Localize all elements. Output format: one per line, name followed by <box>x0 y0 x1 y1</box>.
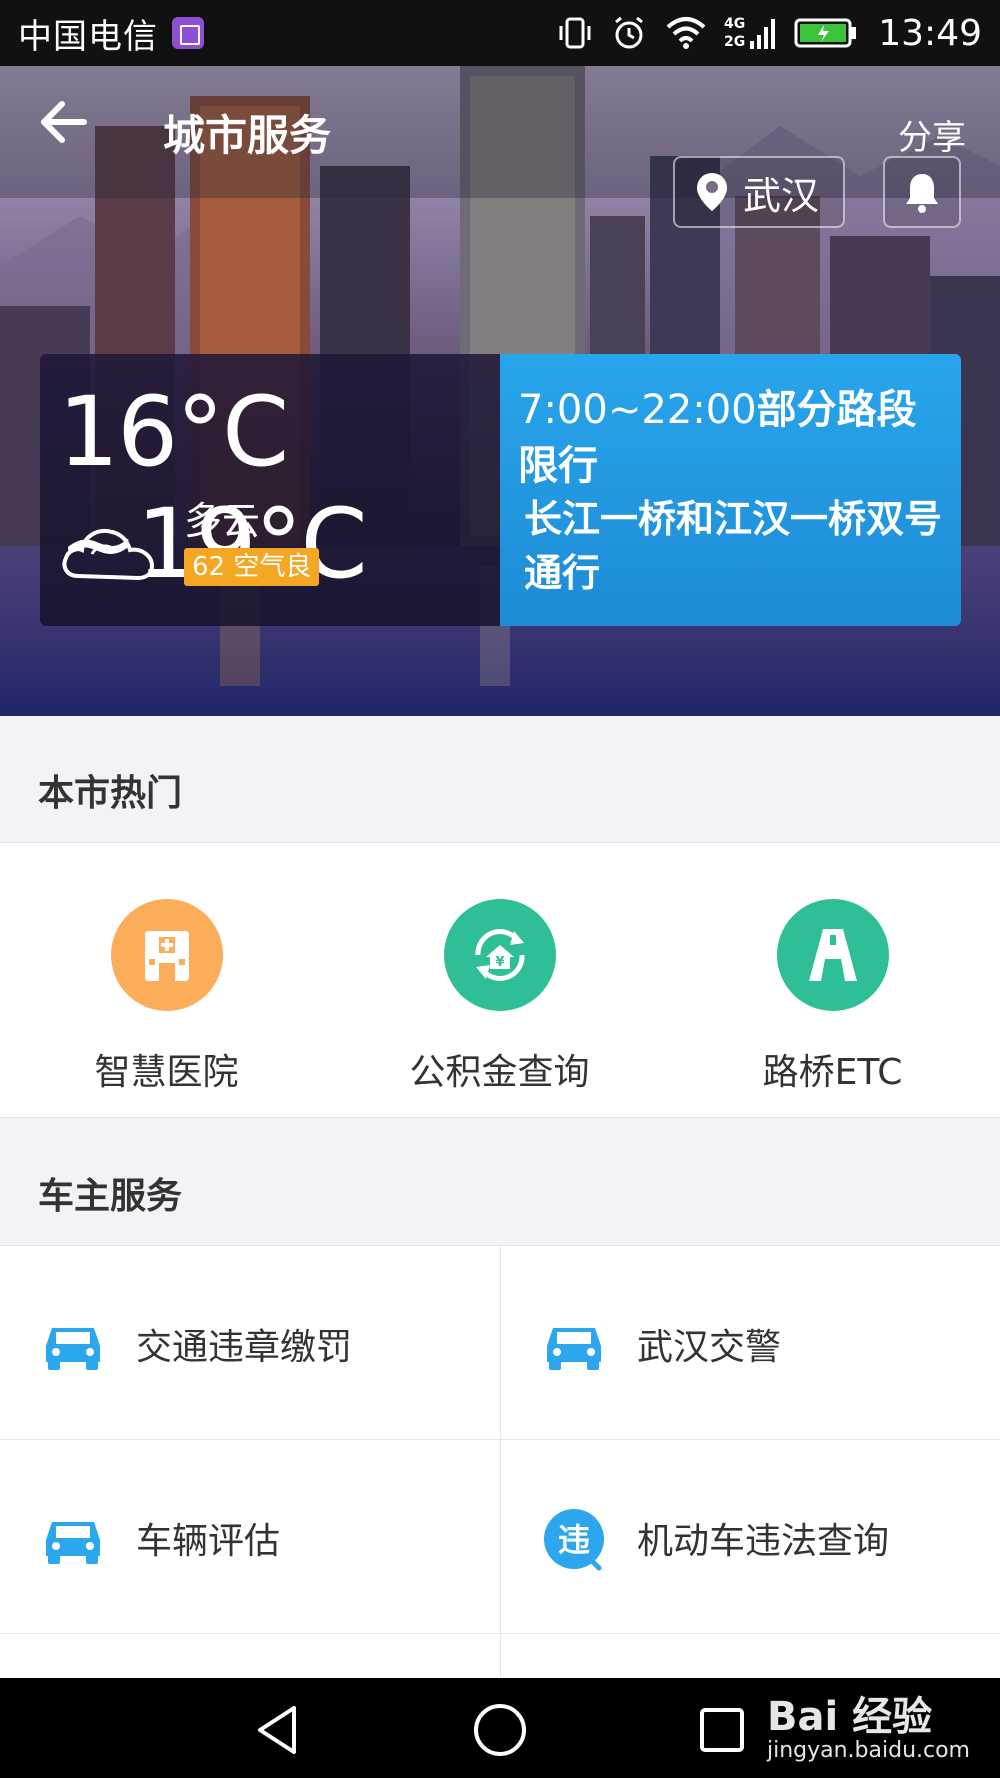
back-arrow-icon[interactable] <box>38 96 90 148</box>
clock: 13:49 <box>878 12 982 54</box>
screen: 中国电信 4G 2G 13:49 城市服务 分享 武汉 16°C ~19°C 多… <box>0 0 1000 1778</box>
city-name: 武汉 <box>743 173 820 218</box>
traffic-restriction-card[interactable]: 7:00~22:00部分路段 限行 长江一桥和江汉一桥双号通行 <box>500 354 961 626</box>
bell-icon <box>906 174 938 213</box>
hot-section-title: 本市热门 <box>38 773 183 814</box>
city-selector[interactable]: 武汉 <box>673 156 845 228</box>
service-vehicle-violation-query[interactable]: 违 机动车违法查询 <box>500 1440 1000 1634</box>
service-wuhan-traffic-police[interactable]: 武汉交警 <box>500 1246 1000 1440</box>
page-title: 城市服务 <box>163 111 332 160</box>
carrier-name: 中国电信 <box>18 16 158 57</box>
watermark-logo: Bai 经验 <box>766 1694 933 1740</box>
car-icon <box>547 1328 601 1370</box>
hospital-icon <box>110 899 223 1011</box>
app-header <box>0 66 1000 198</box>
owner-section-title: 车主服务 <box>38 1176 183 1217</box>
alarm-icon <box>610 14 648 52</box>
service-traffic-fine[interactable]: 交通违章缴罚 <box>0 1246 500 1440</box>
service-row-partial <box>500 1634 1000 1679</box>
wifi-icon <box>664 15 708 51</box>
hot-item-label: 路桥ETC <box>762 1052 903 1093</box>
housing-fund-icon: ¥ <box>443 899 556 1011</box>
notification-button[interactable] <box>883 156 961 228</box>
weather-card[interactable]: 16°C ~19°C 多云 62 空气良 <box>40 354 500 626</box>
svg-text:4G: 4G <box>724 16 745 32</box>
share-button[interactable]: 分享 <box>898 110 966 159</box>
restriction-headline: 7:00~22:00部分路段 限行 <box>518 382 948 494</box>
svg-text:2G: 2G <box>724 34 745 50</box>
battery-icon <box>794 15 858 51</box>
nav-home-icon[interactable] <box>472 1702 528 1758</box>
restriction-text: 部分路段 <box>756 387 917 433</box>
watermark-url: jingyan.baidu.com <box>766 1738 970 1763</box>
restriction-detail: 长江一桥和江汉一桥双号通行 <box>524 497 943 595</box>
signal-icon: 4G 2G <box>724 13 778 53</box>
hot-item-label: 公积金查询 <box>409 1052 590 1093</box>
road-icon <box>776 899 889 1011</box>
service-label: 交通违章缴罚 <box>136 1327 353 1368</box>
service-label: 机动车违法查询 <box>637 1521 890 1562</box>
hot-item-smart-hospital[interactable]: 智慧医院 <box>0 843 333 1119</box>
hot-services-grid: 智慧医院 ¥ 公积金查询 路桥ETC <box>0 842 1000 1118</box>
system-nav-bar: Bai 经验 jingyan.baidu.com <box>0 1678 1000 1778</box>
restriction-text-cont: 限行 <box>518 443 598 489</box>
nav-back-icon[interactable] <box>250 1702 306 1758</box>
car-icon <box>46 1328 100 1370</box>
vibrate-icon <box>556 14 594 52</box>
hot-section-header: 本市热门 <box>0 716 1000 842</box>
service-row-partial <box>0 1634 500 1679</box>
location-pin-icon <box>697 173 727 211</box>
nav-recents-icon[interactable] <box>694 1702 750 1758</box>
hot-item-road-etc[interactable]: 路桥ETC <box>666 843 999 1119</box>
hero-banner: 城市服务 分享 武汉 16°C ~19°C 多云 62 空气良 7:00~22:… <box>0 66 1000 716</box>
service-label: 武汉交警 <box>637 1327 782 1368</box>
svg-text:¥: ¥ <box>495 955 504 970</box>
status-bar: 中国电信 4G 2G 13:49 <box>0 0 1000 66</box>
service-label: 车辆评估 <box>136 1521 281 1562</box>
weather-condition: 多云 <box>184 499 261 543</box>
baidu-jingyan-watermark: Bai 经验 jingyan.baidu.com <box>767 1684 970 1763</box>
gallery-notification-icon <box>172 17 204 49</box>
violation-icon: 违 <box>544 1509 604 1571</box>
car-icon <box>46 1522 100 1564</box>
cloudy-icon <box>62 529 155 581</box>
restriction-time: 7:00~22:00 <box>518 387 757 433</box>
service-vehicle-evaluation[interactable]: 车辆评估 <box>0 1440 500 1634</box>
violation-icon-text: 违 <box>558 1521 590 1559</box>
car-owner-services-grid: 交通违章缴罚 武汉交警 车辆评估 违 机动车违法查询 <box>0 1245 1000 1679</box>
hot-item-label: 智慧医院 <box>94 1052 239 1093</box>
air-quality-badge: 62 空气良 <box>184 548 320 586</box>
hot-item-housing-fund[interactable]: ¥ 公积金查询 <box>333 843 666 1119</box>
status-icons: 4G 2G 13:49 <box>556 13 982 54</box>
owner-section-header: 车主服务 <box>0 1119 1000 1245</box>
